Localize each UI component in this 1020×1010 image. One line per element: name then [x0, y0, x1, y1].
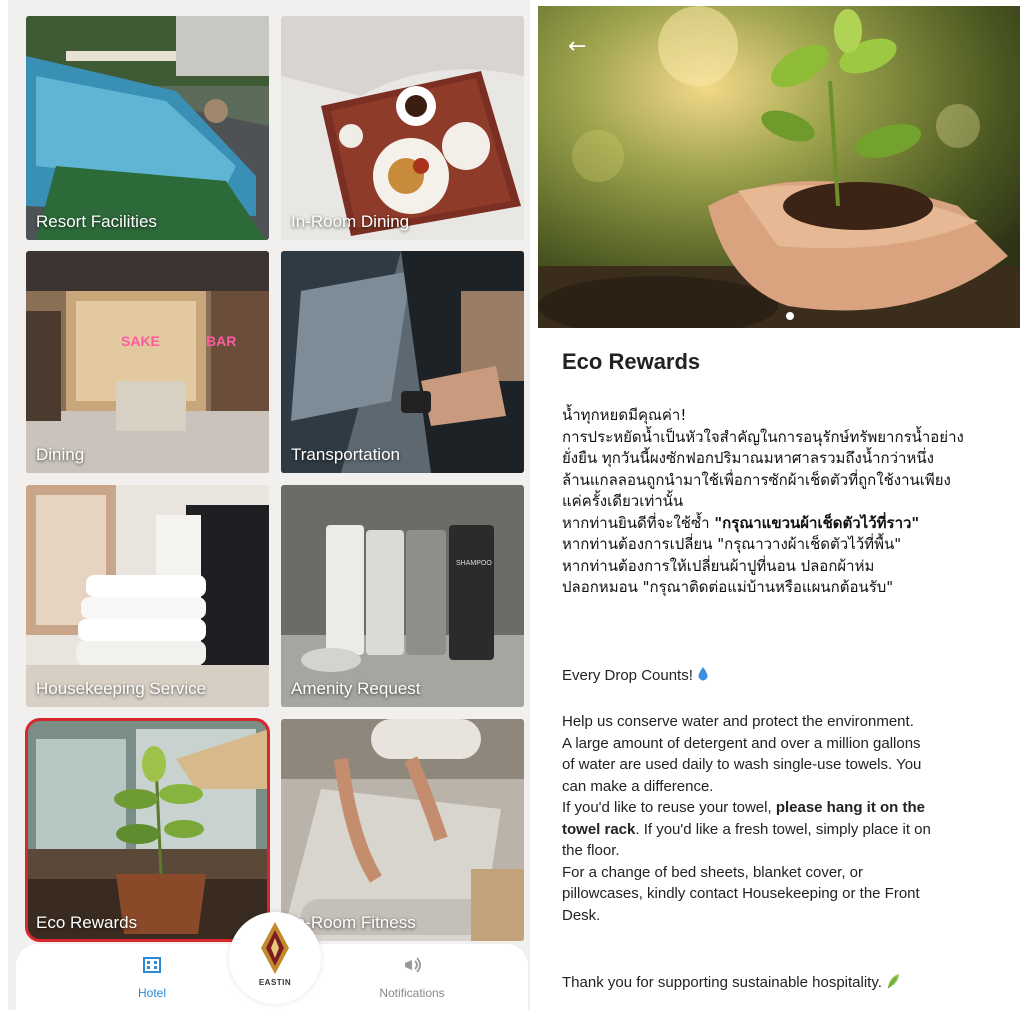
en-bold-text: please hang it on the [775, 799, 925, 816]
tile-in-room-fitness[interactable]: In-Room Fitness [281, 719, 524, 941]
english-description: Help us conserve water and protect the e… [562, 711, 1012, 926]
nav-notifications-label: Notifications [379, 986, 445, 1000]
en-line: towel rack. If you'd like a fresh towel,… [562, 819, 1012, 841]
thai-line: ล้านแกลลอนถูกนำมาใช้เพื่อการซักผ้าเช็ดตั… [562, 470, 951, 489]
thai-line: ยั่งยืน ทุกวันนี้ผงซักฟอกปริมาณมหาศาลรวม… [562, 449, 934, 467]
thai-bold-text: "กรุณาแขวนผ้าเช็ดตัวไว้ที่ราว" [714, 513, 920, 532]
yoga-mat-photo [281, 719, 524, 941]
every-drop-line: Every Drop Counts! [562, 665, 1012, 687]
thai-line: หากท่านต้องการเปลี่ยน "กรุณาวางผ้าเช็ดตั… [562, 535, 902, 553]
tile-label: Transportation [291, 445, 400, 464]
logo-text: EASTIN [258, 978, 292, 987]
thai-line: แค่ครั้งเดียวเท่านั้น [562, 492, 684, 510]
car-door-photo [281, 251, 524, 473]
megaphone-icon [405, 957, 421, 973]
en-bold-text: towel rack [562, 820, 636, 838]
tile-in-room-dining[interactable]: In-Room Dining [281, 16, 524, 240]
en-line: Desk. [562, 906, 601, 924]
thai-text: หากท่านยินดีที่จะใช้ซ้ำ [562, 513, 715, 532]
svg-text:SAKE: SAKE [121, 333, 160, 349]
tile-label: Housekeeping Service [36, 679, 207, 698]
tile-label: Dining [36, 445, 85, 464]
hotel-logo-button[interactable]: EASTIN [229, 912, 321, 1004]
water-drop-icon [698, 667, 708, 681]
pool-photo [26, 16, 269, 240]
thai-line: น้ำทุกหยดมีคุณค่า! [562, 406, 687, 424]
thai-description: น้ำทุกหยดมีคุณค่า! การประหยัดน้ำเป็นหัวใ… [562, 405, 1018, 599]
en-line: of water are used daily to wash single-u… [562, 756, 922, 773]
tile-label: Eco Rewards [36, 913, 138, 932]
en-line: pillowcases, kindly contact Housekeeping… [562, 885, 920, 902]
hero-carousel[interactable]: ← [538, 6, 1020, 328]
restaurant-photo: SAKE BAR [26, 251, 269, 473]
breakfast-tray-photo [281, 16, 524, 240]
en-line: A large amount of detergent and over a m… [562, 734, 921, 752]
tile-eco-rewards[interactable]: Eco Rewards [25, 718, 270, 942]
page-title: Eco Rewards [562, 349, 701, 374]
eastin-logo-icon [261, 922, 289, 974]
tile-dining[interactable]: SAKE BAR Dining [26, 251, 269, 473]
toiletries-photo: SHAMPOO [281, 485, 524, 707]
en-line: If you'd like to reuse your towel, pleas… [562, 797, 1012, 819]
tile-label: Amenity Request [291, 679, 421, 698]
svg-text:BAR: BAR [206, 333, 236, 349]
en-line: Help us conserve water and protect the e… [562, 713, 914, 730]
tile-amenity-request[interactable]: SHAMPOO Amenity Request [281, 485, 524, 707]
thai-line: หากท่านยินดีที่จะใช้ซ้ำ "กรุณาแขวนผ้าเช็… [562, 513, 1018, 535]
nav-hotel-label: Hotel [137, 986, 166, 1000]
en-line: the floor. [562, 842, 620, 859]
leaf-icon [887, 974, 900, 989]
detail-panel: ← Eco Rewards น้ำทุกหยดมีคุณค่า! การประห… [538, 0, 1020, 1010]
en-text: . If you'd like a fresh towel, simply pl… [635, 820, 931, 838]
en-text: If you'd like to reuse your towel, [562, 799, 776, 816]
tile-label: In-Room Dining [291, 212, 410, 231]
seedling-hands-photo [538, 6, 1020, 328]
en-line: For a change of bed sheets, blanket cove… [562, 863, 864, 881]
thanks-text: Thank you for supporting sustainable hos… [562, 974, 887, 991]
thai-line: ปลอกหมอน "กรุณาติดต่อแม่บ้านหรือแผนกต้อน… [562, 578, 894, 596]
thai-line: การประหยัดน้ำเป็นหัวใจสำคัญในการอนุรักษ์… [562, 427, 964, 446]
thanks-line: Thank you for supporting sustainable hos… [562, 972, 1012, 994]
tile-resort-facilities[interactable]: Resort Facilities [26, 16, 269, 240]
tile-transportation[interactable]: Transportation [281, 251, 524, 473]
en-line: can make a difference. [562, 777, 714, 795]
carousel-dot[interactable] [786, 312, 794, 320]
service-grid-panel: Resort Facilities In-Room Dining SAKE BA… [8, 0, 530, 1010]
hotel-icon [143, 957, 161, 973]
nav-notifications[interactable]: Notifications [352, 956, 472, 1000]
housekeeping-photo [26, 485, 269, 707]
tile-label: Resort Facilities [36, 212, 157, 231]
tile-housekeeping-service[interactable]: Housekeeping Service [26, 485, 269, 707]
svg-text:SHAMPOO: SHAMPOO [456, 560, 492, 567]
back-arrow-icon[interactable]: ← [568, 34, 586, 59]
every-drop-text: Every Drop Counts! [562, 667, 698, 684]
plant-watering-photo [26, 719, 269, 941]
thai-line: หากท่านต้องการให้เปลี่ยนผ้าปูที่นอน ปลอก… [562, 556, 875, 575]
nav-hotel[interactable]: Hotel [92, 956, 212, 1000]
